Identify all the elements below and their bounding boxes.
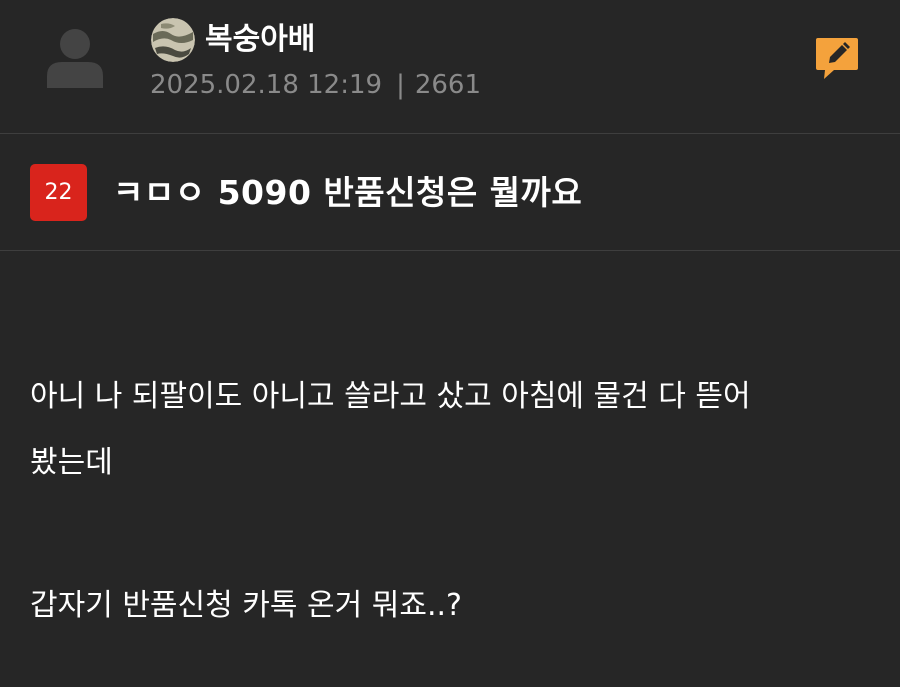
camouflage-badge-icon <box>151 18 195 62</box>
post-body: 아니 나 되팔이도 아니고 쓸라고 샀고 아침에 물건 다 뜯어 봤는데 갑자기… <box>30 364 870 639</box>
pencil-speech-bubble-icon[interactable] <box>814 36 860 80</box>
view-count: 2661 <box>414 70 481 100</box>
body-line: 봤는데 <box>30 445 113 480</box>
avatar-icon[interactable] <box>44 24 106 88</box>
body-line: 아니 나 되팔이도 아니고 쓸라고 샀고 아침에 물건 다 뜯어 <box>30 379 751 414</box>
author-row[interactable]: 복숭아배 <box>151 18 315 62</box>
author-name[interactable]: 복숭아배 <box>205 18 315 62</box>
post-title: ㅋㅁㅇ 5090 반품신청은 뭘까요 <box>113 173 583 212</box>
body-line: 갑자기 반품신청 카톡 온거 뭐죠..? <box>30 588 462 623</box>
post-meta: 2025.02.18 12:19 | 2661 <box>150 68 481 102</box>
post-header: 복숭아배 2025.02.18 12:19 | 2661 <box>0 0 900 133</box>
comment-count-badge[interactable]: 22 <box>30 164 87 221</box>
title-divider <box>0 250 900 251</box>
post-date: 2025.02.18 12:19 <box>150 70 383 100</box>
meta-separator: | <box>396 70 405 100</box>
